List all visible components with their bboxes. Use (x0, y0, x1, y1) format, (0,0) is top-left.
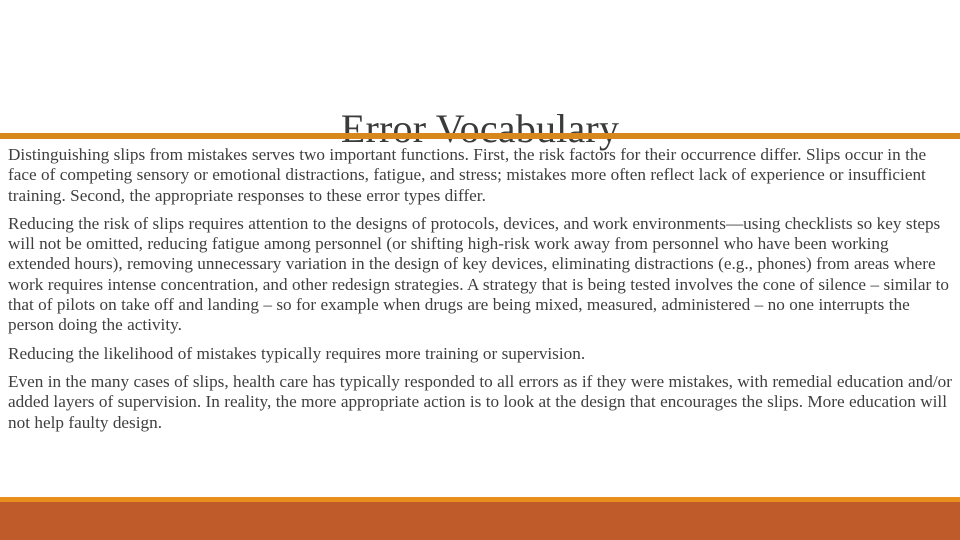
title-divider-rule (0, 133, 960, 139)
slide-body-content: Distinguishing slips from mistakes serve… (8, 145, 954, 433)
footer-bar (0, 502, 960, 540)
body-paragraph-2: Reducing the risk of slips requires atte… (8, 213, 949, 335)
body-paragraph-3: Reducing the likelihood of mistakes typi… (8, 343, 586, 363)
body-paragraph-1: Distinguishing slips from mistakes serve… (8, 145, 927, 205)
slide-canvas: Error Vocabulary Distinguishing slips fr… (0, 0, 960, 540)
body-paragraph-4: Even in the many cases of slips, health … (8, 371, 952, 432)
slide-title-container: Error Vocabulary (0, 78, 960, 151)
